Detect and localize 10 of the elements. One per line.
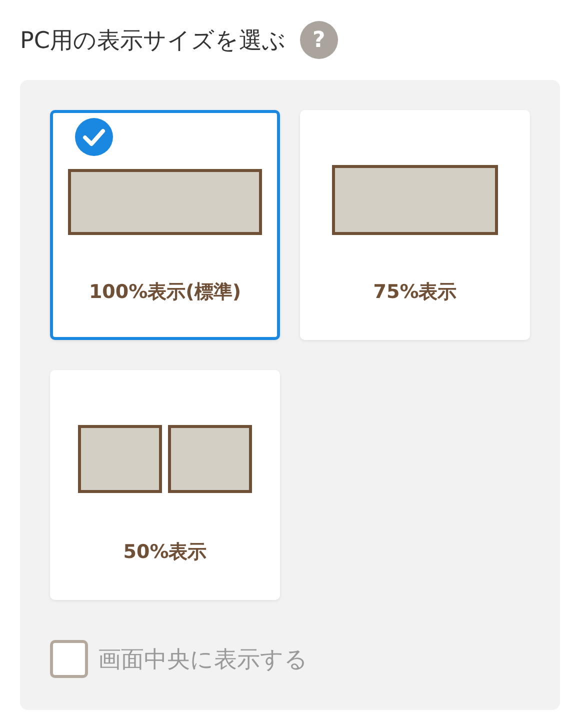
section-title: PC用の表示サイズを選ぶ — [20, 26, 286, 56]
screen-preview-icon — [68, 169, 262, 235]
check-icon — [75, 118, 113, 156]
screen-preview-icon — [332, 165, 498, 235]
checkbox-label: 画面中央に表示する — [98, 646, 308, 674]
size-option-card[interactable]: 75%表示 — [300, 110, 530, 340]
checkbox[interactable] — [50, 640, 88, 678]
split-screen-icon — [78, 425, 252, 493]
size-option-card[interactable]: 100%表示(標準) — [50, 110, 280, 340]
size-option-card[interactable]: 50%表示 — [50, 370, 280, 600]
